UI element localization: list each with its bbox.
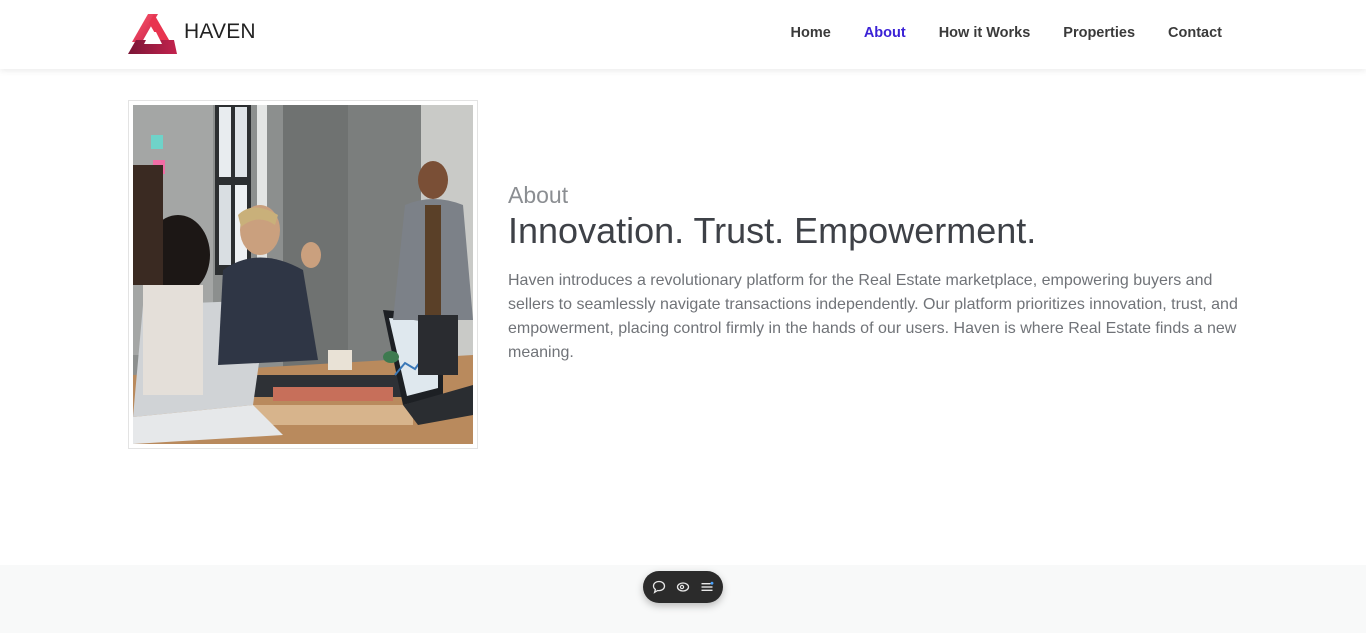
- navbar: HAVEN Home About How it Works Properties…: [0, 0, 1366, 69]
- brand-link[interactable]: HAVEN: [128, 12, 256, 56]
- haven-logo-icon: [128, 12, 178, 56]
- nav-item-how-it-works[interactable]: How it Works: [939, 25, 1031, 41]
- about-text: About Innovation. Trust. Empowerment. Ha…: [508, 182, 1248, 365]
- section-eyebrow: About: [508, 182, 569, 208]
- about-headline: Innovation. Trust. Empowerment.: [508, 210, 1037, 251]
- team-meeting-photo: [133, 105, 473, 444]
- about-body-text: Haven introduces a revolutionary platfor…: [508, 271, 1238, 361]
- main-nav: Home About How it Works Properties Conta…: [758, 25, 1222, 41]
- view-icon[interactable]: [675, 579, 691, 595]
- nav-item-home[interactable]: Home: [791, 25, 831, 41]
- comment-icon[interactable]: [651, 579, 667, 595]
- about-image-frame: [128, 100, 478, 449]
- brand-name: HAVEN: [184, 20, 256, 43]
- floating-toolbar: [643, 571, 723, 603]
- menu-icon[interactable]: [699, 579, 715, 595]
- nav-item-about[interactable]: About: [864, 25, 906, 41]
- nav-item-contact[interactable]: Contact: [1168, 25, 1222, 41]
- nav-item-properties[interactable]: Properties: [1063, 25, 1135, 41]
